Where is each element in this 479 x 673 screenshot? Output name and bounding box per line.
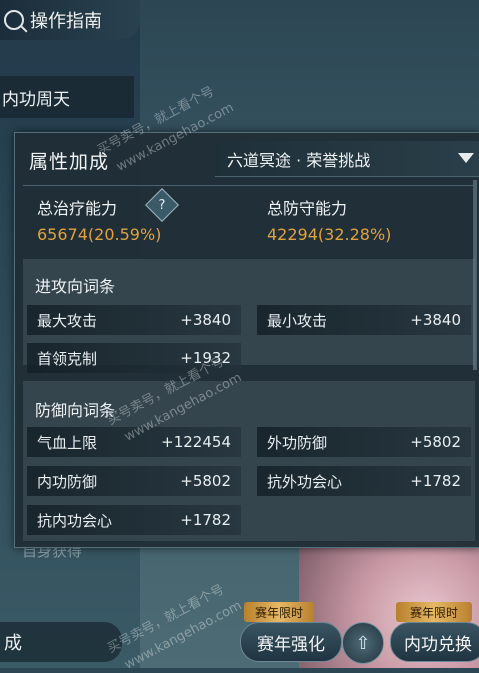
defense-total-value: 42294(32.28%) [267, 225, 392, 244]
stat-internal-defense: 内功防御 +5802 [27, 466, 241, 496]
stat-external-defense: 外功防御 +5802 [257, 427, 471, 457]
stat-max-hp: 气血上限 +122454 [27, 427, 241, 457]
bottom-button-row: 赛年限时 赛年限时 赛年强化 ⇧ 内功兑换 [240, 598, 479, 668]
stat-value: +5802 [180, 472, 231, 490]
stat-internal-crit-resist: 抗内功会心 +1782 [27, 505, 241, 535]
stat-label: 气血上限 [37, 433, 98, 452]
watermark-url: www.kangehao.com [122, 598, 245, 673]
chevron-down-icon [458, 153, 474, 163]
stat-label: 外功防御 [267, 433, 328, 452]
stat-boss-counter: 首领克制 +1932 [27, 343, 241, 373]
internal-exchange-button[interactable]: 内功兑换 [390, 622, 479, 662]
stat-label: 首领克制 [37, 349, 98, 368]
stat-value: +3840 [180, 311, 231, 329]
stat-value: +1932 [180, 349, 231, 367]
attack-section-title: 进攻向词条 [35, 277, 116, 296]
panel-title: 属性加成 [29, 151, 110, 173]
attribute-bonus-panel: 属性加成 六道冥途 · 荣誉挑战 总治疗能力 ? 65674(20.59%) 总… [14, 132, 479, 548]
bottom-left-label: 成 [4, 633, 22, 654]
stat-label: 最小攻击 [267, 311, 328, 330]
help-icon[interactable]: ? [145, 188, 179, 222]
season-enhance-button[interactable]: 赛年强化 [240, 622, 342, 662]
stat-value: +1782 [410, 472, 461, 490]
scrollbar[interactable] [473, 180, 477, 370]
heal-total-value: 65674(20.59%) [37, 225, 162, 244]
operation-guide-button[interactable]: 操作指南 [0, 0, 140, 40]
stat-min-attack: 最小攻击 +3840 [257, 305, 471, 335]
stat-label: 抗外功会心 [267, 472, 343, 491]
stat-value: +122454 [161, 433, 231, 451]
search-icon [4, 10, 24, 30]
limited-tag: 赛年限时 [244, 602, 314, 622]
mode-dropdown[interactable]: 六道冥途 · 荣誉挑战 [215, 141, 479, 177]
stat-label: 最大攻击 [37, 311, 98, 330]
upgrade-icon[interactable]: ⇧ [342, 622, 384, 664]
defense-section-title: 防御向词条 [35, 401, 116, 420]
stat-label: 内功防御 [37, 472, 98, 491]
stat-label: 抗内功会心 [37, 511, 113, 530]
stat-max-attack: 最大攻击 +3840 [27, 305, 241, 335]
dropdown-value: 六道冥途 · 荣誉挑战 [227, 150, 371, 170]
heal-total-label: 总治疗能力 [37, 199, 118, 218]
stat-value: +3840 [410, 311, 461, 329]
guide-label: 操作指南 [30, 11, 102, 32]
bottom-left-button[interactable]: 成 [0, 622, 122, 662]
stat-external-crit-resist: 抗外功会心 +1782 [257, 466, 471, 496]
stat-value: +1782 [180, 511, 231, 529]
limited-tag: 赛年限时 [396, 602, 472, 622]
stat-value: +5802 [410, 433, 461, 451]
divider [23, 185, 473, 186]
side-title: 内功周天 [0, 76, 134, 118]
defense-total-label: 总防守能力 [267, 199, 348, 218]
